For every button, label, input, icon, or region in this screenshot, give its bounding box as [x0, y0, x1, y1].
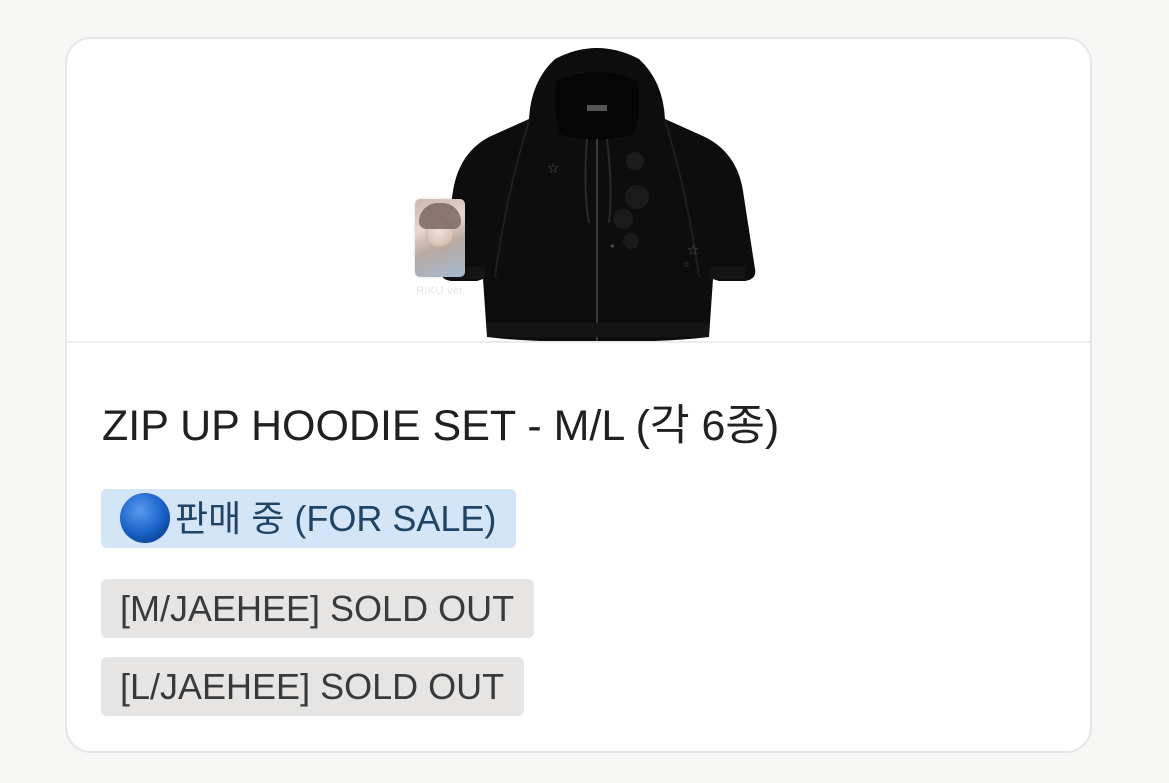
- divider: [67, 341, 1090, 343]
- hoodie-image: ☆ ☆ ☆ ✦: [440, 48, 756, 341]
- product-title: ZIP UP HOODIE SET - M/L (각 6종): [102, 402, 780, 450]
- stock-badge-m-jaehee: [M/JAEHEE] SOLD OUT: [101, 579, 535, 638]
- product-card[interactable]: ☆ ☆ ☆ ✦ RIKU ver. ZIP UP HOODIE SET - M/…: [65, 37, 1092, 753]
- svg-text:✦: ✦: [609, 242, 616, 251]
- svg-text:☆: ☆: [687, 243, 700, 259]
- svg-text:☆: ☆: [547, 161, 560, 177]
- stock-badge-l-jaehee: [L/JAEHEE] SOLD OUT: [101, 657, 525, 716]
- photocard-caption: RIKU ver.: [416, 285, 466, 297]
- svg-text:☆: ☆: [683, 260, 690, 269]
- blue-circle-icon: [120, 493, 170, 544]
- status-badge-for-sale: 판매 중 (FOR SALE): [101, 489, 517, 548]
- member-photocard: [415, 199, 465, 277]
- product-image-area: ☆ ☆ ☆ ✦ RIKU ver.: [67, 39, 1090, 341]
- status-badge-label: 판매 중 (FOR SALE): [175, 498, 497, 539]
